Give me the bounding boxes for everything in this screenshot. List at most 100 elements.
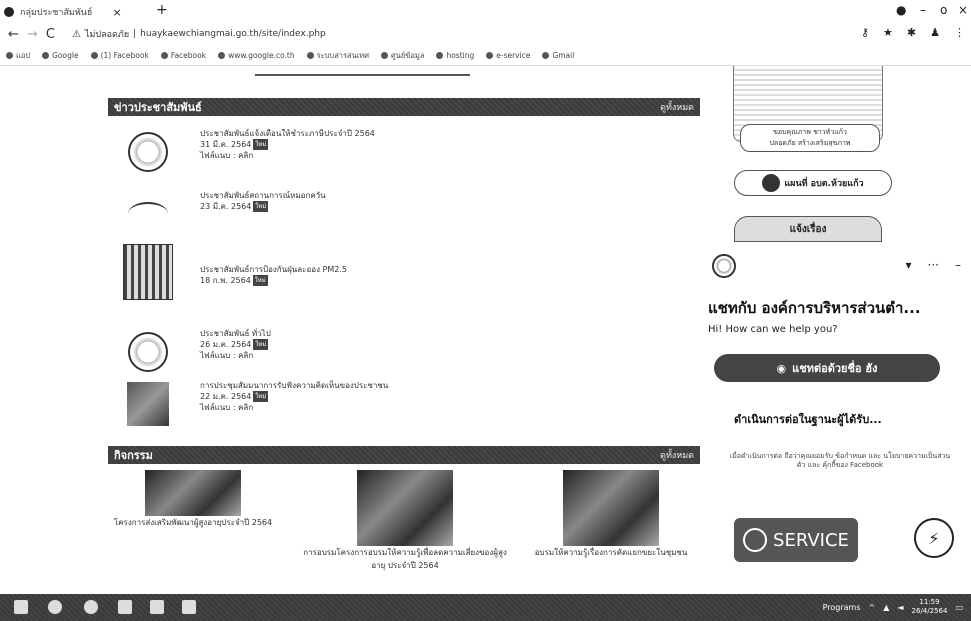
profile-icon[interactable]: ● (896, 3, 906, 17)
folder-icon (436, 52, 444, 59)
menu-icon[interactable]: ⋮ (954, 26, 965, 39)
browser-tab[interactable]: กลุ่มประชาสัมพันธ์ × (4, 4, 122, 20)
photo-image (127, 382, 169, 426)
page-avatar (712, 254, 736, 278)
site-favicon-icon (4, 7, 14, 17)
bookmark-item[interactable]: ระบบสารสนเทศ (306, 50, 369, 62)
activity-caption[interactable]: การอบรมโครงการอบรมให้ความรู้เพื่อลดความเ… (300, 546, 510, 572)
network-icon[interactable]: ▲ (883, 603, 889, 612)
emblem-icon (128, 332, 168, 372)
map-pin-icon (762, 174, 781, 192)
divider (255, 74, 470, 76)
url-field[interactable]: ⚠ ไม่ปลอดภัย | huaykaewchiangmai.go.th/s… (72, 25, 326, 43)
bookmark-item[interactable]: แอป (6, 50, 30, 62)
google-icon (42, 52, 50, 59)
activity-caption[interactable]: โครงการส่งเสริมพัฒนาผู้สูงอายุประจำปี 25… (108, 516, 278, 529)
activity-caption[interactable]: อบรมให้ความรู้เรื่องการคัดแยกขยะในชุมชน (512, 546, 710, 559)
messenger-icon: ◉ (776, 361, 787, 375)
bookmark-item[interactable]: e-service (486, 51, 530, 60)
emblem-icon (128, 132, 168, 172)
url-text: huaykaewchiangmai.go.th/site/index.php (140, 29, 326, 39)
activity-photo (145, 470, 241, 516)
window-maximize-button[interactable]: o (940, 3, 947, 17)
news-item[interactable]: การประชุมสัมมนาการรับฟังความคิดเห็นของปร… (118, 380, 698, 428)
back-button[interactable]: ← (8, 27, 19, 42)
news-title[interactable]: ประชาสัมพันธ์แจ้งเตือนให้ชำระภาษีประจำปี… (200, 128, 375, 139)
page-content: ข่าวประชาสัมพันธ์ ดูทั้งหมด ประชาสัมพันธ… (0, 66, 971, 594)
bookmark-item[interactable]: (1) Facebook (90, 51, 149, 60)
eservice-logo-icon (743, 528, 768, 552)
star-icon[interactable]: ★ (883, 26, 893, 39)
map-link-button[interactable]: แผนที่ อบต.ห้วยแก้ว (734, 170, 892, 196)
bookmark-item[interactable]: Gmail (542, 51, 574, 60)
apps-icon (6, 52, 13, 59)
chat-greeting: Hi! How can we help you? (708, 324, 838, 335)
globe-icon (380, 52, 388, 59)
poster-image (123, 244, 173, 300)
system-clock[interactable]: 11:59 26/4/2564 (912, 598, 948, 616)
activity-item[interactable]: การอบรมโครงการอบรมให้ความรู้เพื่อลดความเ… (300, 470, 510, 572)
new-tab-button[interactable]: + (156, 2, 168, 18)
file-explorer-icon[interactable] (118, 600, 132, 614)
news-more-link[interactable]: ดูทั้งหมด (660, 100, 694, 114)
continue-as-guest-link[interactable]: ดำเนินการต่อในฐานะผู้ได้รับ... (734, 410, 882, 428)
chat-terms-note: เมื่อดำเนินการต่อ ถือว่าคุณยอมรับ ข้อกำห… (729, 452, 951, 469)
key-icon[interactable]: ⚷ (861, 26, 869, 39)
bookmark-item[interactable]: ศูนย์ข้อมูล (380, 50, 424, 62)
news-date: 26 ม.ค. 2564 (200, 340, 252, 349)
activity-item[interactable]: โครงการส่งเสริมพัฒนาผู้สูงอายุประจำปี 25… (108, 470, 278, 529)
chrome-icon[interactable] (84, 600, 98, 614)
sidebar-banner-caption: ขอบคุณภาพ ชาวหัวแก้ว ปลอดภัย สร้างเสริมส… (740, 124, 880, 152)
globe-icon (218, 52, 226, 59)
globe-icon (486, 52, 494, 59)
reload-button[interactable]: C (46, 27, 55, 42)
bookmark-item[interactable]: Facebook (160, 51, 206, 60)
new-badge: ใหม่ (253, 201, 269, 212)
bookmark-item[interactable]: hosting (436, 51, 474, 60)
search-icon[interactable] (48, 600, 62, 614)
continue-chat-button[interactable]: ◉ แชทต่อด้วยชื่อ ฮัง (714, 354, 940, 382)
volume-icon[interactable]: ◄ (897, 603, 903, 612)
news-title[interactable]: ประชาสัมพันธ์การป้องกันฝุ่นละออง PM2.5 (200, 264, 347, 275)
news-title[interactable]: การประชุมสัมมนาการรับฟังความคิดเห็นของปร… (200, 380, 388, 391)
chat-minimize-icon[interactable]: – (955, 258, 961, 272)
programs-toolbar[interactable]: Programs (823, 603, 861, 612)
tray-chevron-icon[interactable]: ^ (869, 603, 876, 612)
news-item[interactable]: ประชาสัมพันธ์แจ้งเตือนให้ชำระภาษีประจำปี… (118, 128, 698, 176)
forward-button[interactable]: → (27, 27, 38, 42)
news-attachment[interactable]: ไฟล์แนบ : คลิก (200, 350, 271, 361)
news-title[interactable]: ประชาสัมพันธ์ ทั่วไป (200, 328, 271, 339)
tab-close-icon[interactable]: × (112, 6, 121, 19)
news-date: 22 ม.ค. 2564 (200, 392, 252, 401)
activity-section-header: กิจกรรม ดูทั้งหมด (108, 446, 700, 464)
eservice-banner[interactable]: SERVICE (734, 518, 858, 562)
activity-item[interactable]: อบรมให้ความรู้เรื่องการคัดแยกขยะในชุมชน (512, 470, 710, 559)
excel-icon[interactable] (182, 600, 196, 614)
activity-more-link[interactable]: ดูทั้งหมด (660, 448, 694, 462)
chat-more-icon[interactable]: ··· (928, 258, 939, 272)
windows-start-icon[interactable] (14, 600, 28, 614)
bookmark-item[interactable]: Google (42, 51, 79, 60)
news-item[interactable]: ประชาสัมพันธ์การป้องกันฝุ่นละออง PM2.5 1… (118, 244, 698, 300)
extensions-icon[interactable]: ✱ (907, 26, 916, 39)
news-item[interactable]: ประชาสัมพันธ์สถานการณ์หมอกควัน 23 มี.ค. … (118, 190, 698, 238)
news-title[interactable]: ประชาสัมพันธ์สถานการณ์หมอกควัน (200, 190, 326, 201)
messenger-chat-widget: ▾ ··· – แชทกับ องค์การบริหารส่วนตำ... Hi… (700, 248, 971, 594)
security-label: ไม่ปลอดภัย (84, 30, 130, 40)
chat-settings-icon[interactable]: ▾ (906, 258, 912, 272)
window-close-button[interactable]: × (958, 3, 968, 17)
activity-photo (357, 470, 453, 546)
news-attachment[interactable]: ไฟล์แนบ : คลิก (200, 150, 375, 161)
word-icon[interactable] (150, 600, 164, 614)
bookmark-item[interactable]: www.google.co.th (218, 51, 295, 60)
news-item[interactable]: ประชาสัมพันธ์ ทั่วไป 26 ม.ค. 2564 ใหม่ ไฟ… (118, 328, 698, 376)
messenger-bubble-icon[interactable]: ⚡ (914, 518, 954, 558)
notification-icon[interactable]: ▭ (955, 603, 963, 612)
news-attachment[interactable]: ไฟล์แนบ : คลิก (200, 402, 388, 413)
account-icon[interactable]: ♟ (930, 26, 940, 39)
report-banner[interactable]: แจ้งเรื่อง (734, 216, 882, 242)
window-minimize-button[interactable]: – (920, 3, 926, 17)
chat-title: แชทกับ องค์การบริหารส่วนตำ... (708, 299, 921, 317)
globe-icon (306, 52, 314, 59)
news-date: 31 มี.ค. 2564 (200, 140, 252, 149)
